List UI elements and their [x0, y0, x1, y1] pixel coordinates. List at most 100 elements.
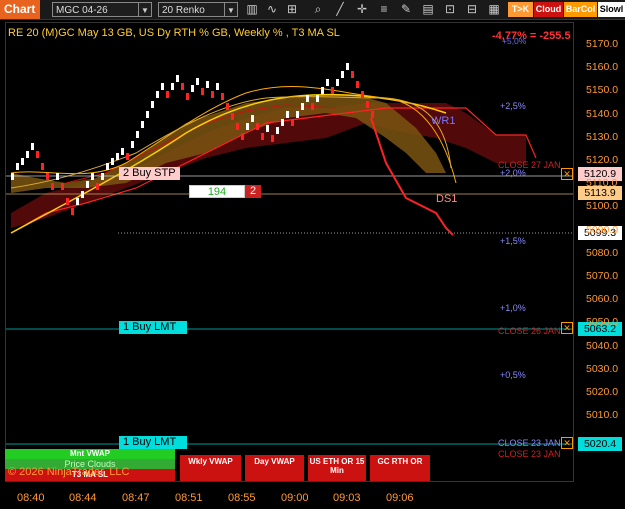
- renko-brick: [261, 133, 264, 140]
- gc-rth-or-button[interactable]: GC RTH OR: [370, 455, 430, 481]
- renko-brick: [241, 133, 244, 140]
- price-axis-label: 5010.0: [586, 409, 619, 422]
- renko-brick: [71, 208, 74, 215]
- toolbar: Chart MGC 04-26 ▼ 20 Renko ▼ ▥ ∿ ⊞ ⌕ ╱ ✛…: [0, 0, 625, 20]
- price-axis-label: 5170.0: [586, 38, 619, 50]
- renko-brick: [316, 95, 319, 102]
- wr1-label: WR1: [431, 115, 456, 127]
- renko-brick: [66, 198, 69, 205]
- tk-button[interactable]: T>K: [508, 2, 533, 17]
- renko-brick: [301, 103, 304, 110]
- price-axis-label: 5130.0: [586, 130, 619, 143]
- close-order-icon[interactable]: ✕: [561, 322, 573, 334]
- copyright: © 2026 NinjaTrader, LLC: [8, 466, 130, 478]
- lmt2-price-tag: 5020.4: [578, 437, 622, 451]
- pct-level-label: +0,5%: [500, 370, 526, 380]
- renko-brick: [286, 111, 289, 118]
- time-axis-label: 08:40: [17, 492, 45, 504]
- renko-brick: [41, 163, 44, 170]
- renko-brick: [171, 83, 174, 90]
- buy-lmt-order[interactable]: 1 Buy LMT: [119, 436, 187, 449]
- price-axis-label: 5020.0: [586, 386, 619, 398]
- instrument-label: MGC 04-26: [56, 5, 108, 16]
- buy-stp-order[interactable]: 2 Buy STP: [119, 167, 180, 180]
- day-vwap-button[interactable]: Day VWAP: [245, 455, 304, 481]
- indicators-icon[interactable]: ∿: [264, 2, 280, 17]
- renko-brick: [331, 87, 334, 94]
- chevron-down-icon: ▼: [224, 3, 237, 16]
- chart-panel[interactable]: [5, 22, 574, 482]
- renko-brick: [346, 63, 349, 70]
- renko-brick: [281, 119, 284, 126]
- price-axis-label: 5060.0: [586, 293, 619, 306]
- chart-trader-icon[interactable]: ▤: [420, 2, 436, 17]
- cloud-button[interactable]: Cloud: [534, 2, 563, 17]
- renko-brick: [336, 79, 339, 86]
- renko-brick: [201, 88, 204, 95]
- strategies-icon[interactable]: ⊞: [284, 2, 300, 17]
- price-axis-label: 5080.0: [586, 246, 619, 259]
- renko-brick: [311, 103, 314, 110]
- close-label: CLOSE 23 JAN: [498, 438, 561, 448]
- renko-brick: [96, 183, 99, 190]
- time-axis-label: 08:44: [69, 492, 97, 504]
- drawing-tools-icon[interactable]: ✎: [398, 2, 414, 17]
- renko-brick: [166, 91, 169, 98]
- properties-icon[interactable]: ▦: [486, 2, 502, 17]
- renko-brick: [51, 183, 54, 190]
- slowl-button[interactable]: Slowl: [598, 2, 625, 17]
- bar-type-selector[interactable]: 20 Renko ▼: [158, 2, 238, 17]
- renko-brick: [11, 173, 14, 180]
- renko-brick: [106, 163, 109, 170]
- bar-chart-icon[interactable]: ▥: [244, 2, 260, 17]
- renko-brick: [291, 119, 294, 126]
- renko-brick: [146, 111, 149, 118]
- time-axis-label: 09:03: [333, 492, 361, 504]
- wkly-vwap-button[interactable]: Wkly VWAP: [180, 455, 241, 481]
- renko-brick: [56, 173, 59, 180]
- close-order-icon[interactable]: ✕: [561, 168, 573, 180]
- global-link-icon[interactable]: ⊟: [464, 2, 480, 17]
- renko-brick: [341, 71, 344, 78]
- mnt-vwap-button[interactable]: Mnt VWAP: [5, 449, 175, 459]
- renko-brick: [356, 81, 359, 88]
- renko-brick: [21, 158, 24, 165]
- cursor-icon[interactable]: ⊡: [442, 2, 458, 17]
- crosshair-icon[interactable]: ✛: [354, 2, 370, 17]
- buy-lmt-order[interactable]: 1 Buy LMT: [119, 321, 187, 334]
- renko-brick: [236, 123, 239, 130]
- position-qty[interactable]: 194: [189, 185, 245, 198]
- position-count[interactable]: 2: [245, 185, 261, 198]
- price-axis-label: 5070.0: [586, 270, 619, 282]
- us-eth-or-button[interactable]: US ETH OR 15 Min: [308, 455, 366, 481]
- draw-line-icon[interactable]: ╱: [332, 2, 348, 17]
- chart-tab[interactable]: Chart: [0, 0, 40, 19]
- instrument-selector[interactable]: MGC 04-26 ▼: [52, 2, 152, 17]
- barcol-button[interactable]: BarCol: [564, 2, 597, 17]
- renko-brick: [76, 198, 79, 205]
- price-axis-label: 5090.0: [586, 223, 619, 236]
- price-axis-label: 5110.0: [586, 177, 618, 190]
- renko-brick: [141, 121, 144, 128]
- close-label: CLOSE 26 JAN: [498, 326, 561, 336]
- renko-brick: [151, 101, 154, 108]
- renko-brick: [81, 191, 84, 198]
- price-axis-label: 5150.0: [586, 84, 619, 97]
- renko-brick: [296, 111, 299, 118]
- renko-brick: [16, 163, 19, 170]
- renko-brick: [361, 91, 364, 98]
- renko-brick: [226, 103, 229, 110]
- bar-type-label: 20 Renko: [162, 5, 205, 16]
- zoom-icon[interactable]: ⌕: [310, 2, 326, 17]
- price-axis-label: 5030.0: [586, 362, 619, 375]
- price-axis-label: 5140.0: [586, 107, 619, 120]
- renko-brick: [216, 83, 219, 90]
- renko-brick: [221, 93, 224, 100]
- renko-brick: [136, 131, 139, 138]
- trade-icon[interactable]: ≡: [376, 2, 392, 17]
- renko-brick: [156, 91, 159, 98]
- close-order-icon[interactable]: ✕: [561, 437, 573, 449]
- renko-brick: [61, 183, 64, 190]
- pct-level-label: +5,0%: [502, 36, 527, 46]
- renko-brick: [196, 78, 199, 85]
